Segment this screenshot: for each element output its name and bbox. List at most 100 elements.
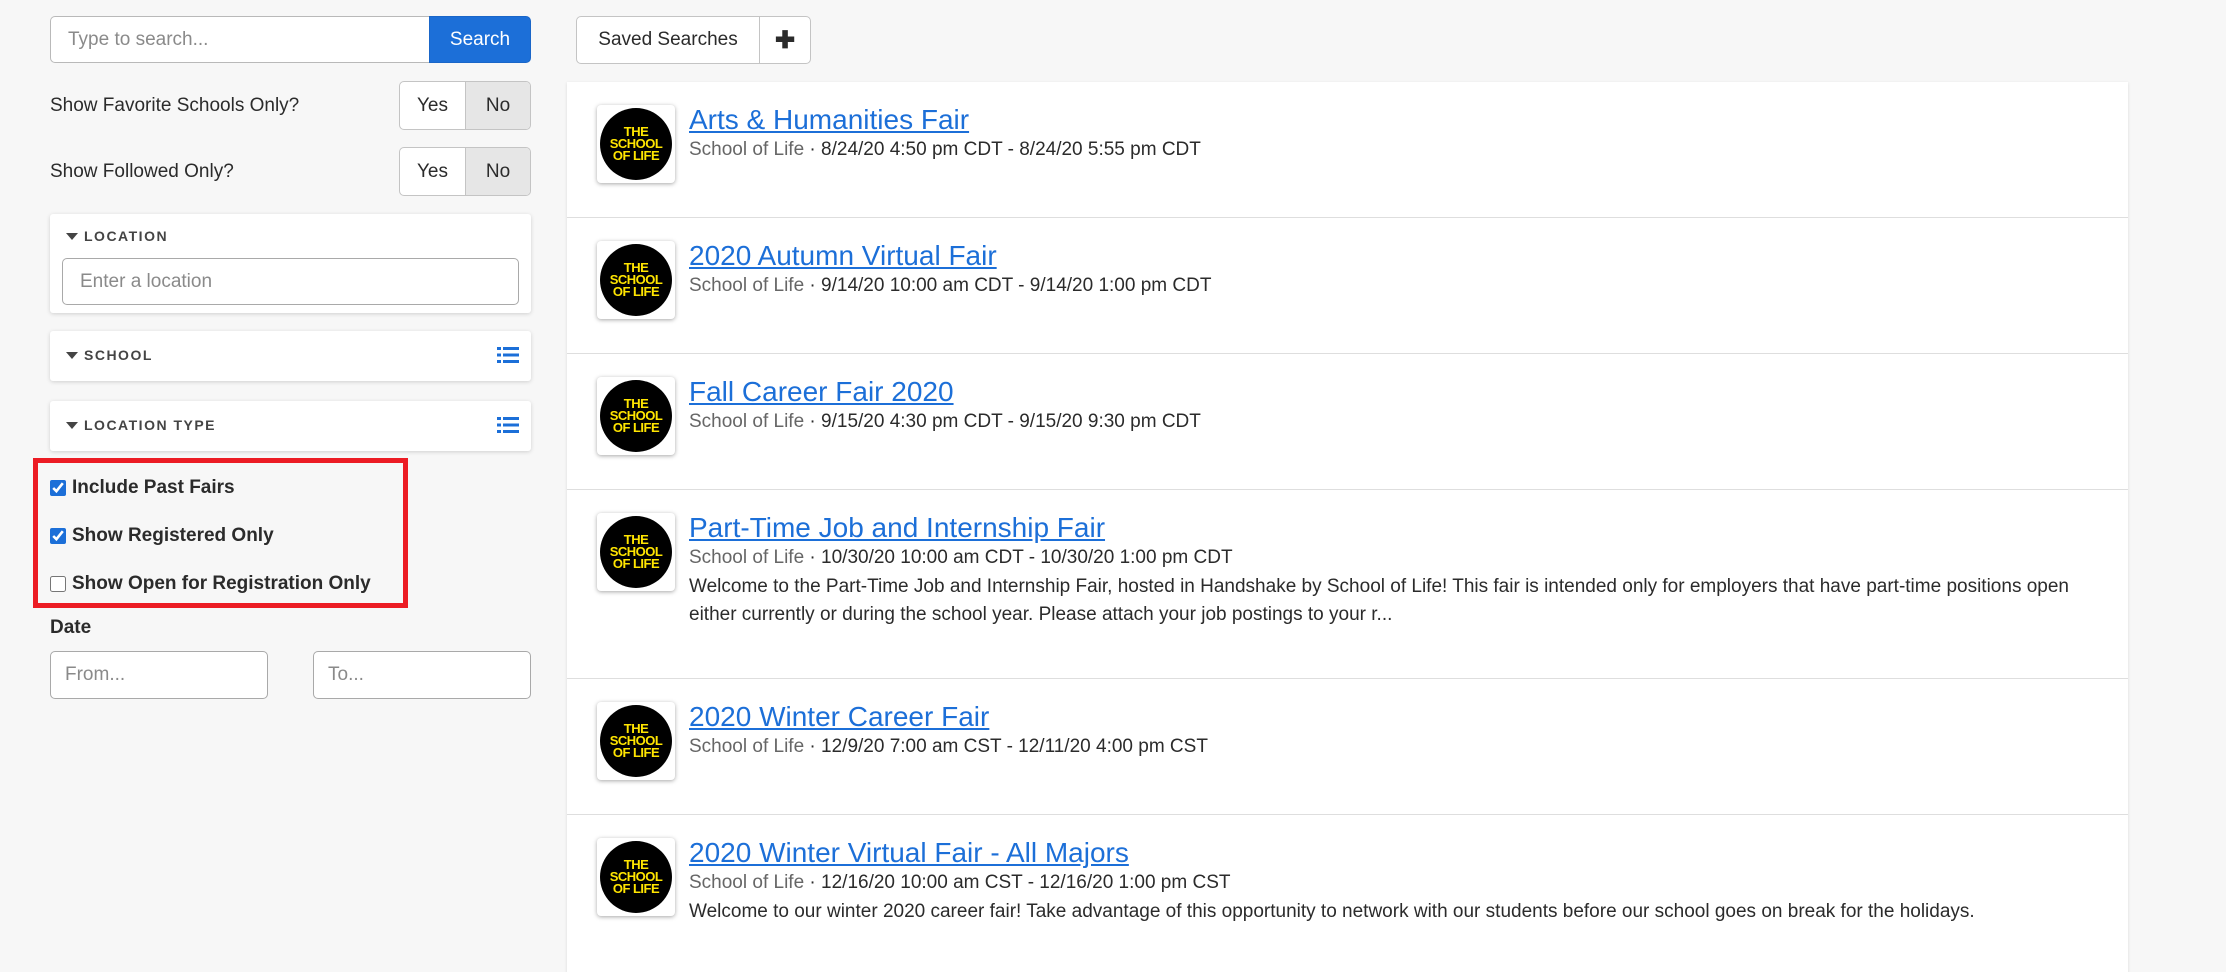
school-logo: THE SCHOOL OF LIFE — [597, 513, 675, 591]
school-logo: THE SCHOOL OF LIFE — [597, 377, 675, 455]
fair-title-link[interactable]: 2020 Autumn Virtual Fair — [689, 239, 997, 273]
logo-text-line: OF LIFE — [612, 148, 660, 163]
location-panel: LOCATION — [50, 214, 531, 313]
result-item: THE SCHOOL OF LIFE 2020 Winter Career Fair… — [567, 679, 2128, 815]
caret-down-icon — [66, 351, 78, 359]
favorite-schools-label: Show Favorite Schools Only? — [50, 94, 300, 116]
school-logo: THE SCHOOL OF LIFE — [597, 241, 675, 319]
followed-toggle: Yes No — [399, 147, 531, 196]
result-item: THE SCHOOL OF LIFE Arts & Humanities Fair … — [567, 82, 2128, 218]
result-item: THE SCHOOL OF LIFE 2020 Winter Virtual Fai… — [567, 815, 2128, 972]
logo-text-line: OF LIFE — [612, 556, 660, 571]
fair-meta: School of Life · 9/14/20 10:00 am CDT - … — [689, 273, 2098, 299]
followed-yes-button[interactable]: Yes — [400, 148, 465, 195]
date-to-input[interactable] — [313, 651, 531, 699]
result-text: 2020 Autumn Virtual Fair School of Life … — [689, 239, 2098, 299]
result-item: THE SCHOOL OF LIFE 2020 Autumn Virtual Fai… — [567, 218, 2128, 354]
show-registered-only-checkbox[interactable]: Show Registered Only — [50, 525, 274, 547]
include-past-fairs-label: Include Past Fairs — [72, 477, 235, 498]
fair-title-link[interactable]: 2020 Winter Virtual Fair - All Majors — [689, 836, 1129, 870]
date-label: Date — [50, 617, 92, 638]
school-panel-header[interactable]: SCHOOL — [50, 331, 531, 379]
search-button[interactable]: Search — [429, 16, 531, 63]
search-bar: Search — [50, 16, 531, 63]
fair-dates: · 9/15/20 4:30 pm CDT - 9/15/20 9:30 pm … — [804, 411, 1201, 432]
fair-description: Welcome to the Part-Time Job and Interns… — [689, 576, 2069, 625]
school-of-life-logo-icon: THE SCHOOL OF LIFE — [600, 516, 672, 588]
result-text: 2020 Winter Career Fair School of Life ·… — [689, 700, 2098, 760]
caret-down-icon — [66, 421, 78, 429]
school-panel-title: SCHOOL — [66, 347, 153, 363]
favorite-schools-toggle: Yes No — [399, 81, 531, 130]
school-logo: THE SCHOOL OF LIFE — [597, 702, 675, 780]
logo-text-line: OF LIFE — [612, 284, 660, 299]
result-text: 2020 Winter Virtual Fair - All Majors Sc… — [689, 836, 2098, 926]
result-text: Fall Career Fair 2020 School of Life · 9… — [689, 375, 2098, 435]
location-type-panel-title: LOCATION TYPE — [66, 417, 216, 433]
fair-title-link[interactable]: Fall Career Fair 2020 — [689, 375, 954, 409]
location-type-title-text: LOCATION TYPE — [84, 417, 217, 433]
fair-title-link[interactable]: 2020 Winter Career Fair — [689, 700, 989, 734]
school-of-life-logo-icon: THE SCHOOL OF LIFE — [600, 380, 672, 452]
include-past-fairs-checkbox[interactable]: Include Past Fairs — [50, 477, 235, 499]
logo-text-line: OF LIFE — [612, 745, 660, 760]
fair-meta: School of Life · 8/24/20 4:50 pm CDT - 8… — [689, 137, 2098, 163]
fair-dates: · 12/16/20 10:00 am CST - 12/16/20 1:00 … — [804, 872, 1231, 893]
location-title-text: LOCATION — [84, 228, 169, 244]
school-of-life-logo-icon: THE SCHOOL OF LIFE — [600, 244, 672, 316]
list-icon[interactable] — [497, 346, 519, 364]
location-panel-header[interactable]: LOCATION — [50, 214, 531, 258]
school-name: School of Life — [689, 139, 805, 160]
results-list: THE SCHOOL OF LIFE Arts & Humanities Fair … — [567, 82, 2128, 972]
include-past-fairs-input[interactable] — [50, 480, 66, 496]
location-type-panel: LOCATION TYPE — [50, 401, 531, 451]
result-text: Arts & Humanities Fair School of Life · … — [689, 103, 2098, 163]
fair-dates: · 9/14/20 10:00 am CDT - 9/14/20 1:00 pm… — [804, 275, 1212, 296]
school-name: School of Life — [689, 411, 805, 432]
school-logo: THE SCHOOL OF LIFE — [597, 838, 675, 916]
location-type-panel-header[interactable]: LOCATION TYPE — [50, 401, 531, 449]
school-title-text: SCHOOL — [84, 347, 153, 363]
school-of-life-logo-icon: THE SCHOOL OF LIFE — [600, 108, 672, 180]
location-input[interactable] — [62, 258, 519, 305]
followed-no-button[interactable]: No — [465, 148, 530, 195]
saved-searches-group: Saved Searches ✚ — [576, 16, 811, 64]
add-saved-search-button[interactable]: ✚ — [759, 17, 810, 63]
favorite-yes-button[interactable]: Yes — [400, 82, 465, 129]
show-open-registration-label: Show Open for Registration Only — [72, 573, 371, 594]
saved-searches-button[interactable]: Saved Searches — [577, 17, 759, 63]
show-registered-only-input[interactable] — [50, 528, 66, 544]
caret-down-icon — [66, 232, 78, 240]
fair-meta: School of Life · 12/16/20 10:00 am CST -… — [689, 870, 2098, 896]
plus-icon: ✚ — [774, 26, 796, 54]
show-open-registration-input[interactable] — [50, 576, 66, 592]
school-name: School of Life — [689, 872, 805, 893]
fair-dates: · 12/9/20 7:00 am CST - 12/11/20 4:00 pm… — [804, 736, 1208, 757]
logo-text-line: OF LIFE — [612, 881, 660, 896]
list-icon[interactable] — [497, 416, 519, 434]
date-from-input[interactable] — [50, 651, 268, 699]
school-logo: THE SCHOOL OF LIFE — [597, 105, 675, 183]
logo-text-line: OF LIFE — [612, 420, 660, 435]
school-panel: SCHOOL — [50, 331, 531, 381]
result-item: THE SCHOOL OF LIFE Fall Career Fair 2020 S… — [567, 354, 2128, 490]
show-open-registration-checkbox[interactable]: Show Open for Registration Only — [50, 573, 371, 595]
result-item: THE SCHOOL OF LIFE Part-Time Job and Inter… — [567, 490, 2128, 679]
school-of-life-logo-icon: THE SCHOOL OF LIFE — [600, 841, 672, 913]
school-name: School of Life — [689, 547, 805, 568]
fair-description: Welcome to our winter 2020 career fair! … — [689, 901, 1975, 922]
fair-dates: · 10/30/20 10:00 am CDT - 10/30/20 1:00 … — [804, 547, 1233, 568]
fair-title-link[interactable]: Part-Time Job and Internship Fair — [689, 511, 1105, 545]
school-name: School of Life — [689, 736, 805, 757]
fair-meta: School of Life · 12/9/20 7:00 am CST - 1… — [689, 734, 2098, 760]
fair-meta: School of Life · 10/30/20 10:00 am CDT -… — [689, 545, 2098, 571]
fair-meta: School of Life · 9/15/20 4:30 pm CDT - 9… — [689, 409, 2098, 435]
favorite-no-button[interactable]: No — [465, 82, 530, 129]
favorite-schools-filter: Show Favorite Schools Only? Yes No — [50, 81, 531, 130]
search-input[interactable] — [50, 16, 429, 63]
fair-title-link[interactable]: Arts & Humanities Fair — [689, 103, 969, 137]
followed-label: Show Followed Only? — [50, 160, 234, 182]
location-panel-title: LOCATION — [66, 228, 168, 244]
school-of-life-logo-icon: THE SCHOOL OF LIFE — [600, 705, 672, 777]
followed-filter: Show Followed Only? Yes No — [50, 147, 531, 196]
